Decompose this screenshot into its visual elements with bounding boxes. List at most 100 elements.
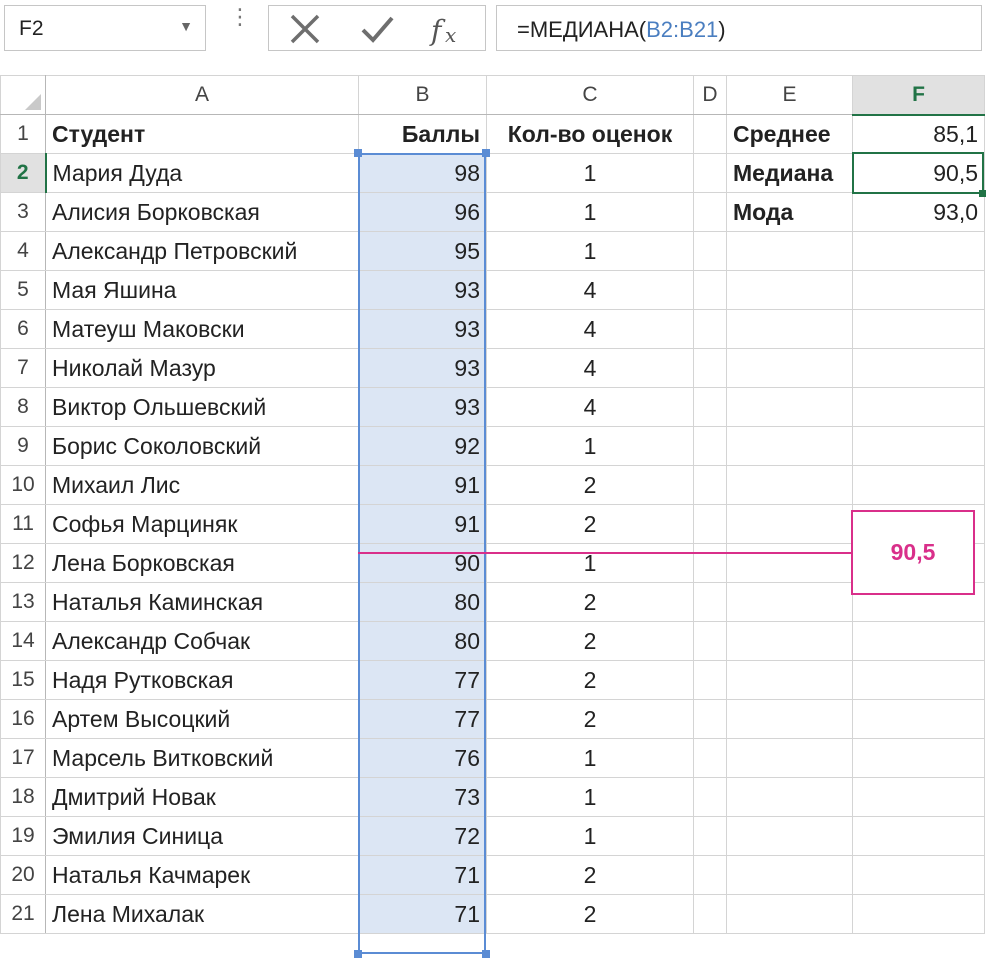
cell-d[interactable] [693,387,727,427]
cell-e[interactable] [726,738,853,778]
cell-c[interactable]: 4 [486,309,694,349]
insert-function-icon[interactable]: f x [429,12,471,48]
cell-e[interactable]: Мода [726,192,853,232]
cell-e[interactable] [726,894,853,934]
cell-b[interactable]: 92 [358,426,487,466]
cell-d[interactable] [693,660,727,700]
cell-c[interactable]: 2 [486,582,694,622]
cell-a[interactable]: Эмилия Синица [45,816,359,856]
cell-f[interactable] [852,348,985,388]
cell-d[interactable] [693,816,727,856]
cell-d[interactable] [693,738,727,778]
cell-b[interactable]: 91 [358,465,487,505]
cell-d[interactable] [693,153,727,193]
cell-f[interactable] [852,738,985,778]
cell-b[interactable]: 93 [358,309,487,349]
cell-b[interactable]: 77 [358,660,487,700]
cell-f[interactable] [852,270,985,310]
cell-c[interactable]: 1 [486,543,694,583]
cell-f[interactable] [852,816,985,856]
cell-b[interactable]: 77 [358,699,487,739]
cell-d[interactable] [693,465,727,505]
cell-c[interactable]: 2 [486,660,694,700]
cell-c[interactable]: 1 [486,816,694,856]
more-options-icon[interactable]: ⋮ [229,6,251,28]
cell-b[interactable]: 80 [358,621,487,661]
cell-d[interactable] [693,504,727,544]
cell-d[interactable] [693,777,727,817]
row-header[interactable]: 10 [0,465,46,505]
cell-d[interactable] [693,426,727,466]
cell-d[interactable] [693,270,727,310]
cell-b[interactable]: 91 [358,504,487,544]
cell-e[interactable]: Среднее [726,114,853,154]
row-header[interactable]: 1 [0,114,46,154]
cell-b[interactable]: 93 [358,387,487,427]
row-header[interactable]: 2 [0,153,47,193]
chevron-down-icon[interactable]: ▼ [179,18,193,34]
cell-f[interactable] [852,231,985,271]
cell-d[interactable] [693,855,727,895]
cell-a[interactable]: Марсель Витковский [45,738,359,778]
row-header[interactable]: 15 [0,660,46,700]
range-handle-top-left[interactable] [354,149,362,157]
cell-a[interactable]: Наталья Качмарек [45,855,359,895]
cell-a[interactable]: Лена Борковская [45,543,359,583]
select-all-corner[interactable] [0,75,46,115]
cell-e[interactable] [726,699,853,739]
cell-f[interactable] [852,894,985,934]
cell-b[interactable]: 93 [358,270,487,310]
cell-e[interactable] [726,270,853,310]
cell-f[interactable] [852,465,985,505]
cell-f[interactable] [852,699,985,739]
cell-c[interactable]: 2 [486,699,694,739]
column-header-b[interactable]: B [358,75,487,115]
cell-f[interactable]: 90,5 [852,153,985,193]
cell-f[interactable] [852,426,985,466]
column-header-a[interactable]: A [45,75,359,115]
range-handle-top-right[interactable] [482,149,490,157]
cell-a[interactable]: Александр Собчак [45,621,359,661]
cell-b[interactable]: 71 [358,855,487,895]
column-header-d[interactable]: D [693,75,727,115]
cell-c[interactable]: 1 [486,231,694,271]
cell-c[interactable]: 2 [486,855,694,895]
cell-d[interactable] [693,621,727,661]
cell-d[interactable] [693,582,727,622]
column-header-c[interactable]: C [486,75,694,115]
cell-a[interactable]: Михаил Лис [45,465,359,505]
cell-f[interactable] [852,309,985,349]
row-header[interactable]: 20 [0,855,46,895]
cell-a[interactable]: Надя Рутковская [45,660,359,700]
row-header[interactable]: 8 [0,387,46,427]
cell-a[interactable]: Студент [45,114,359,154]
cell-a[interactable]: Александр Петровский [45,231,359,271]
cell-c[interactable]: 1 [486,153,694,193]
cell-f[interactable] [852,855,985,895]
cell-e[interactable] [726,465,853,505]
cell-e[interactable] [726,660,853,700]
cell-b[interactable]: 95 [358,231,487,271]
cell-a[interactable]: Артем Высоцкий [45,699,359,739]
cell-b[interactable]: 90 [358,543,487,583]
cell-c[interactable]: 2 [486,504,694,544]
cell-d[interactable] [693,348,727,388]
fill-handle[interactable] [979,190,986,197]
range-handle-bottom-left[interactable] [354,950,362,958]
cell-a[interactable]: Матеуш Маковски [45,309,359,349]
cell-b[interactable]: 76 [358,738,487,778]
row-header[interactable]: 14 [0,621,46,661]
cell-c[interactable]: 1 [486,777,694,817]
cell-d[interactable] [693,309,727,349]
cell-b[interactable]: 73 [358,777,487,817]
cell-e[interactable] [726,855,853,895]
cell-e[interactable]: Медиана [726,153,853,193]
cell-e[interactable] [726,816,853,856]
cell-e[interactable] [726,387,853,427]
cell-f[interactable] [852,777,985,817]
cell-c[interactable]: 2 [486,465,694,505]
row-header[interactable]: 18 [0,777,46,817]
row-header[interactable]: 17 [0,738,46,778]
row-header[interactable]: 9 [0,426,46,466]
cell-c[interactable]: 1 [486,426,694,466]
